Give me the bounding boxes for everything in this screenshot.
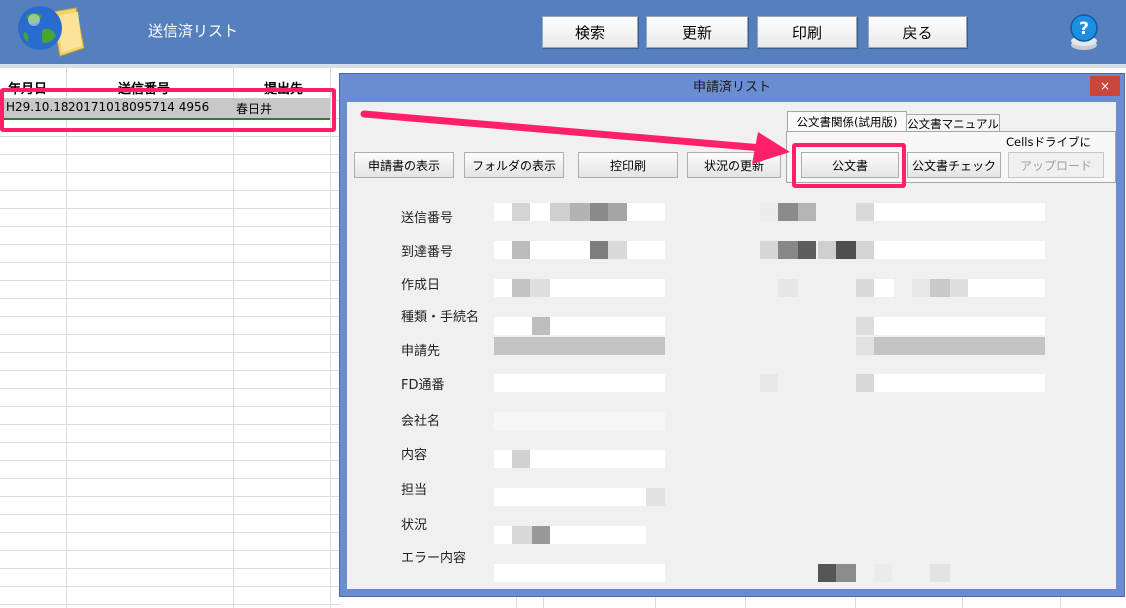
right-field-5 — [856, 337, 1045, 355]
official-check-button[interactable]: 公文書チェック — [907, 152, 1001, 178]
refresh-button[interactable]: 更新 — [646, 16, 748, 48]
cells-drive-caption: Cellsドライブに — [1006, 135, 1091, 149]
arrow-annotation — [360, 108, 800, 170]
upload-button: アップロード — [1008, 152, 1104, 178]
company-field — [494, 412, 665, 430]
back-button[interactable]: 戻る — [868, 16, 967, 48]
app-header: 送信済リスト 検索 更新 印刷 戻る ? — [0, 0, 1126, 64]
tab-official-docs[interactable]: 公文書関係(試用版) — [787, 111, 907, 132]
right-field-6 — [856, 374, 1045, 392]
right-field-2 — [856, 241, 1045, 259]
label-created-date: 作成日 — [401, 278, 441, 293]
right-field-1 — [856, 203, 1045, 221]
header-divider — [0, 64, 1126, 68]
label-status: 状況 — [401, 518, 428, 533]
tab-manual[interactable]: 公文書マニュアル — [906, 114, 1000, 132]
label-company: 会社名 — [401, 414, 441, 429]
globe-folder-icon — [12, 2, 86, 60]
label-arrival-number: 到達番号 — [401, 245, 454, 260]
row-highlight-box — [0, 88, 336, 132]
search-button[interactable]: 検索 — [542, 16, 638, 48]
right-field-4 — [856, 317, 1045, 335]
label-person: 担当 — [401, 483, 428, 498]
applicant-field — [494, 337, 665, 355]
person-field — [494, 488, 665, 506]
kind-field — [494, 317, 665, 335]
error-field — [494, 564, 665, 582]
label-send-number: 送信番号 — [401, 211, 454, 226]
question-mark-icon[interactable]: ? — [1066, 12, 1102, 52]
close-icon[interactable]: × — [1090, 76, 1120, 96]
page-title: 送信済リスト — [148, 22, 239, 40]
fd-number-field — [494, 374, 665, 392]
label-error: エラー内容 — [401, 551, 467, 566]
official-doc-highlight-box — [792, 143, 906, 188]
dialog-title: 申請済リスト — [692, 80, 771, 95]
label-applicant: 申請先 — [401, 344, 441, 359]
label-content: 内容 — [401, 448, 428, 463]
svg-text:?: ? — [1079, 19, 1089, 39]
label-fd-number: FD通番 — [401, 378, 445, 393]
print-button[interactable]: 印刷 — [757, 16, 857, 48]
label-kind: 種類・手続名 — [401, 310, 480, 325]
